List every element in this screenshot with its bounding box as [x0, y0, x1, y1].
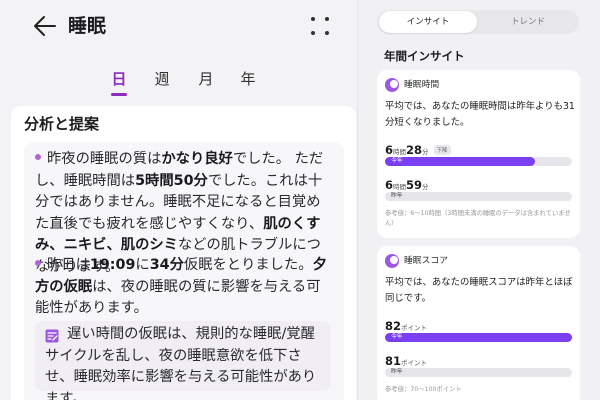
card-title: 睡眠スコア [404, 256, 448, 266]
last-year-bar: 昨年 [385, 368, 572, 377]
analysis-paragraph-2-text: 昨日は19:09に34分仮眠をとりました。夕方の仮眠は、夜の睡眠の質に影響を与え… [35, 257, 327, 317]
card-description: 平均では、あなたの睡眠時間は昨年よりも31分短くなりました。 [385, 101, 575, 128]
this-year-bar: 今年 [385, 333, 572, 342]
this-year-bar-label: 今年 [391, 158, 403, 164]
moon-icon [385, 254, 399, 268]
last-year-value: 81ポイント [385, 354, 428, 368]
this-year-value: 82ポイント [385, 319, 428, 333]
trend-tag: 下降 [433, 145, 451, 155]
this-year-bar-fill [385, 333, 572, 342]
active-tab-indicator [111, 93, 127, 96]
bullet-dot [35, 154, 41, 160]
last-year-bar-label: 昨年 [391, 193, 403, 199]
insights-panel: インサイト トレンド 年間インサイト 睡眠時間 平均では、あなたの睡眠時間は昨年… [357, 0, 600, 400]
segment-trend[interactable]: トレンド [479, 10, 577, 34]
tab-month[interactable]: 月 [191, 68, 221, 90]
arrow-left-icon[interactable] [32, 13, 58, 39]
tab-week[interactable]: 週 [147, 68, 177, 90]
last-year-bar-fill [385, 368, 572, 377]
tab-day[interactable]: 日 [104, 68, 134, 90]
top-bar: 睡眠 [0, 0, 357, 52]
last-year-bar: 昨年 [385, 192, 572, 201]
this-year-bar: 今年 [385, 157, 572, 166]
page-title: 睡眠 [68, 15, 107, 37]
last-year-value: 6時間59分 [385, 178, 429, 192]
insight-trend-switch: インサイト トレンド [377, 10, 579, 34]
tip-note: 遅い時間の仮眠は、規則的な睡眠/覚醒サイクルを乱し、夜の睡眠意欲を低下させ、睡眠… [35, 321, 331, 400]
reference-value: 参考値：6～10時間（3時間未満の睡眠のデータは含まれていません） [385, 210, 571, 227]
analysis-paragraph-2: 昨日は19:09に34分仮眠をとりました。夕方の仮眠は、夜の睡眠の質に影響を与え… [35, 255, 331, 320]
segment-insight[interactable]: インサイト [379, 11, 477, 33]
card-description: 平均では、あなたの睡眠スコアは昨年とほぼ同じです。 [385, 277, 573, 304]
annual-insight-title: 年間インサイト [384, 49, 465, 63]
sleep-duration-card[interactable]: 睡眠時間 平均では、あなたの睡眠時間は昨年よりも31分短くなりました。 6時間2… [377, 70, 580, 238]
sleep-score-card[interactable]: 睡眠スコア 平均では、あなたの睡眠スコアは昨年とほぼ同じです。 82ポイント 今… [377, 246, 580, 400]
sleep-detail-panel: 睡眠 日 週 月 年 分析と提案 昨夜の睡眠の質はかなり良好でした。 ただし、睡… [0, 0, 357, 400]
this-year-bar-label: 今年 [391, 334, 403, 340]
reference-value: 参考値：70～100ポイント [385, 386, 462, 393]
moon-icon [385, 78, 399, 92]
this-year-bar-fill [385, 157, 535, 166]
last-year-bar-label: 昨年 [391, 369, 403, 375]
this-year-value: 6時間28分 下降 [385, 139, 451, 157]
card-title: 睡眠時間 [404, 80, 440, 90]
grid-dots-icon[interactable] [311, 17, 329, 35]
analysis-section-title: 分析と提案 [24, 115, 100, 133]
period-tabs: 日 週 月 年 [0, 68, 357, 98]
last-year-bar-fill [385, 192, 572, 201]
bullet-dot [35, 260, 41, 266]
tab-year[interactable]: 年 [233, 68, 263, 90]
tip-note-text: 遅い時間の仮眠は、規則的な睡眠/覚醒サイクルを乱し、夜の睡眠意欲を低下させ、睡眠… [45, 326, 317, 400]
